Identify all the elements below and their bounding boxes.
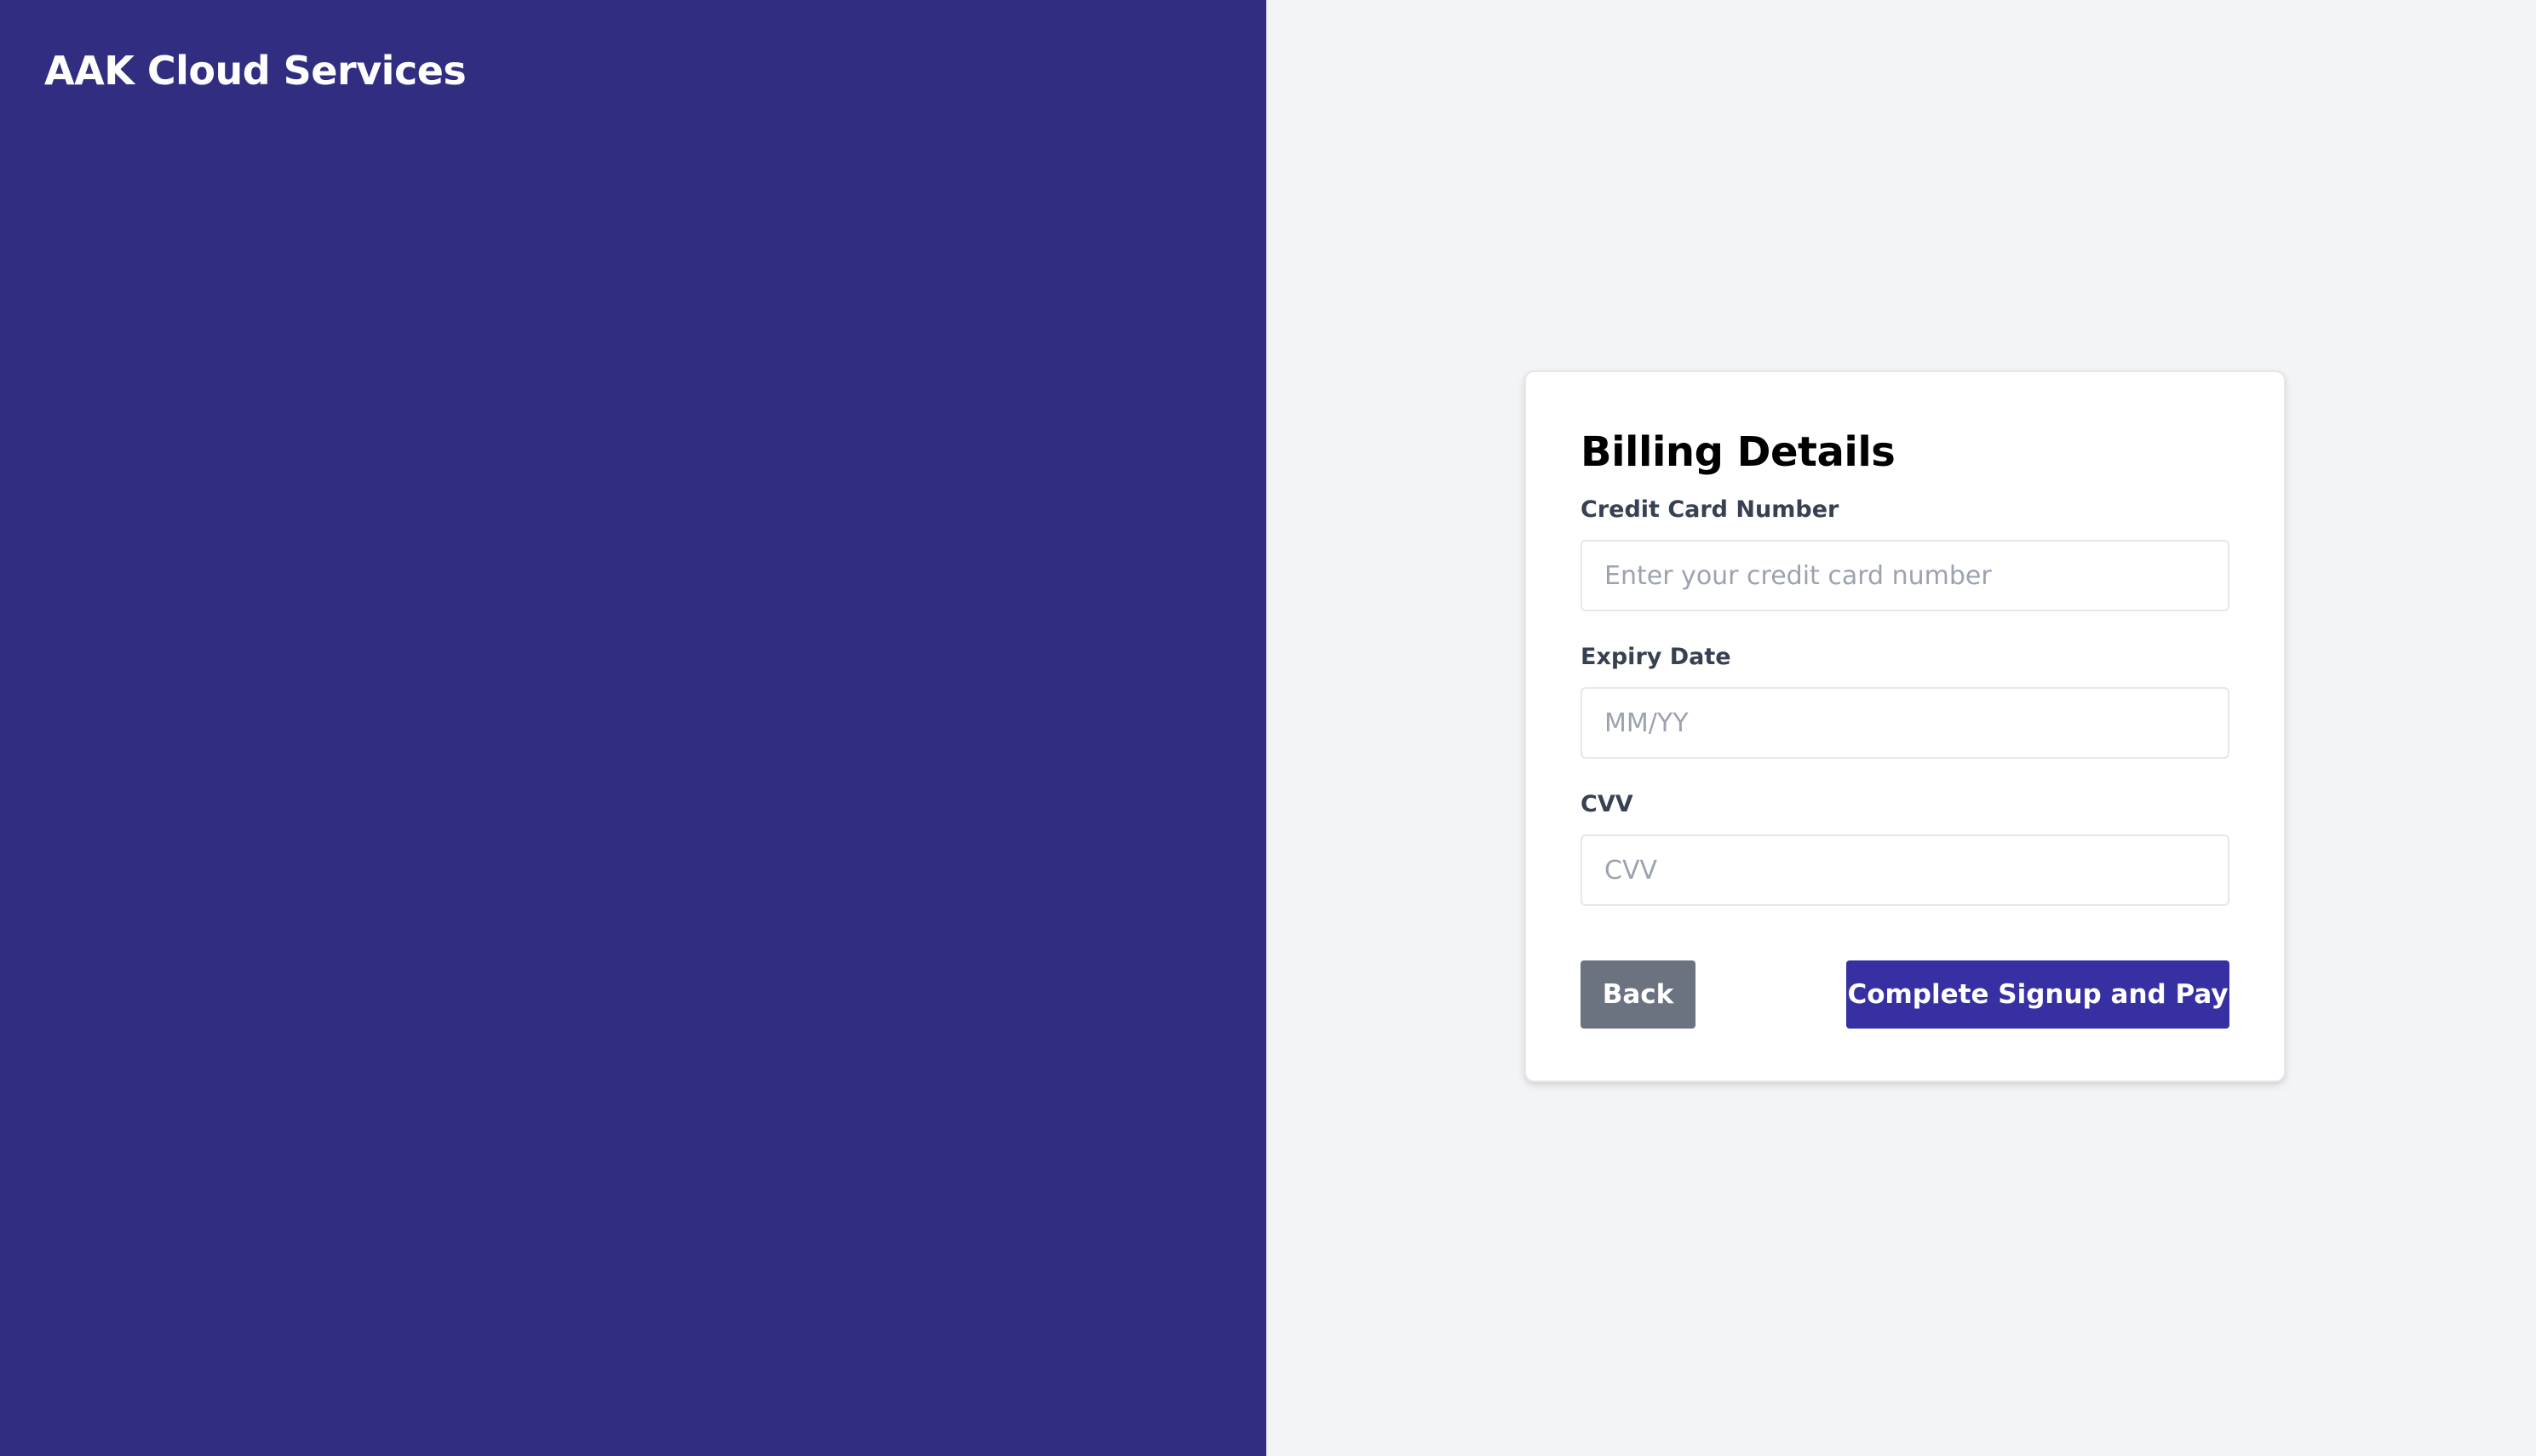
content-panel: Billing Details Credit Card Number Expir… bbox=[1266, 0, 2536, 1456]
card-number-input[interactable] bbox=[1581, 540, 2229, 611]
card-number-label: Credit Card Number bbox=[1581, 496, 1839, 523]
expiry-date-input[interactable] bbox=[1581, 687, 2229, 759]
form-title: Billing Details bbox=[1581, 428, 1896, 476]
brand-name: AAK Cloud Services bbox=[44, 48, 467, 94]
complete-signup-button[interactable]: Complete Signup and Pay bbox=[1846, 960, 2229, 1029]
brand-panel: AAK Cloud Services bbox=[0, 0, 1266, 1456]
cvv-label: CVV bbox=[1581, 791, 1633, 817]
expiry-date-label: Expiry Date bbox=[1581, 644, 1731, 670]
billing-form-card: Billing Details Credit Card Number Expir… bbox=[1524, 370, 2286, 1082]
back-button[interactable]: Back bbox=[1581, 960, 1695, 1029]
cvv-input[interactable] bbox=[1581, 834, 2229, 906]
signup-layout: AAK Cloud Services Billing Details Credi… bbox=[0, 0, 2536, 1456]
form-actions: Back Complete Signup and Pay bbox=[1581, 960, 2229, 1029]
